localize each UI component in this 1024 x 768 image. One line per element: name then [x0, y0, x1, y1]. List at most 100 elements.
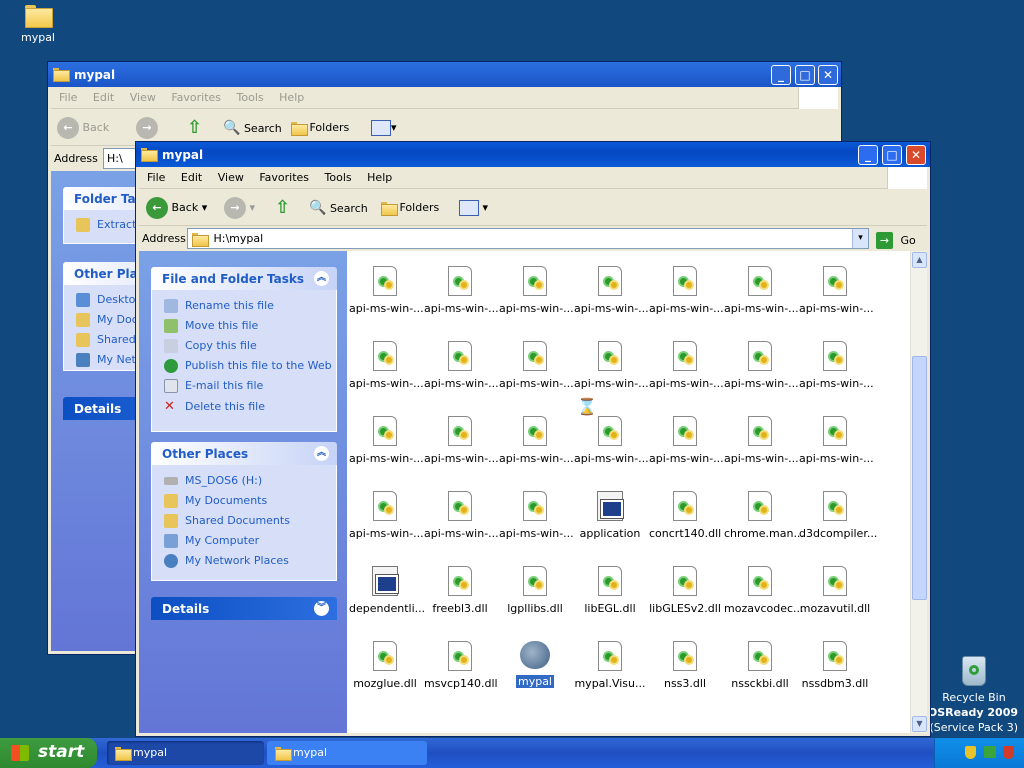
up-button[interactable]: ⇧ — [187, 117, 202, 141]
place-my-documents[interactable]: My Documents — [164, 494, 267, 508]
menu-tools[interactable]: Tools — [234, 91, 267, 104]
file-item[interactable]: api-ms-win-... — [499, 266, 574, 315]
scroll-up-arrow[interactable]: ▲ — [912, 252, 927, 268]
safely-remove-icon[interactable] — [984, 746, 996, 758]
place-drive-h[interactable]: MS_DOS6 (H:) — [164, 474, 262, 487]
folders-button[interactable]: Folders — [291, 117, 349, 141]
address-dropdown-button[interactable]: ▾ — [852, 229, 868, 248]
file-item[interactable]: api-ms-win-... — [424, 416, 499, 465]
place-shared-documents[interactable]: Shared Documents — [164, 514, 290, 528]
task-move[interactable]: Move this file — [164, 319, 258, 333]
file-item[interactable]: api-ms-win-... — [499, 341, 574, 390]
file-item[interactable]: chrome.man... — [724, 491, 804, 540]
file-item[interactable]: api-ms-win-... — [349, 416, 424, 465]
forward-button[interactable]: → ▾ — [224, 197, 255, 221]
file-item[interactable]: api-ms-win-... — [574, 341, 649, 390]
file-item[interactable]: api-ms-win-... — [349, 266, 424, 315]
menu-favorites[interactable]: Favorites — [256, 171, 312, 184]
file-item[interactable]: msvcp140.dll — [424, 641, 498, 690]
titlebar[interactable]: mypal _ □ ✕ — [136, 142, 930, 167]
forward-button[interactable]: → — [136, 117, 158, 141]
other-places-header[interactable]: Other Places ︽ — [151, 442, 337, 465]
menu-view[interactable]: View — [215, 171, 247, 184]
file-item[interactable]: mypal — [499, 641, 571, 688]
menu-tools[interactable]: Tools — [322, 171, 355, 184]
back-button[interactable]: ← Back — [57, 117, 109, 141]
place-desktop[interactable]: Desktop — [76, 293, 142, 307]
file-folder-tasks-header[interactable]: File and Folder Tasks ︽ — [151, 267, 337, 290]
file-item[interactable]: mypal.Visu... — [574, 641, 646, 690]
file-item[interactable]: mozavutil.dll — [799, 566, 871, 615]
task-rename[interactable]: Rename this file — [164, 299, 274, 313]
task-email[interactable]: E-mail this file — [164, 379, 263, 393]
place-shared-documents[interactable]: Shared — [76, 333, 136, 347]
task-delete[interactable]: ✕ Delete this file — [164, 399, 265, 414]
place-my-network-places[interactable]: My Network Places — [164, 554, 289, 568]
file-item[interactable]: api-ms-win-... — [424, 491, 499, 540]
titlebar[interactable]: mypal _ □ ✕ — [48, 62, 841, 87]
desktop-icon-recycle-bin[interactable]: Recycle Bin — [939, 656, 1009, 704]
file-item[interactable]: api-ms-win-... — [499, 416, 574, 465]
details-header[interactable]: Details ︾ — [151, 597, 337, 620]
place-my-documents[interactable]: My Doc — [76, 313, 138, 327]
security-shield-icon[interactable] — [965, 746, 976, 759]
file-item[interactable]: nss3.dll — [649, 641, 721, 690]
menu-view[interactable]: View — [127, 91, 159, 104]
file-item[interactable]: api-ms-win-... — [574, 416, 649, 465]
close-button[interactable]: ✕ — [818, 65, 838, 85]
taskbar-button-mypal-1[interactable]: mypal — [107, 741, 264, 765]
maximize-button[interactable]: □ — [882, 145, 902, 165]
collapse-chevron-icon[interactable]: ︽ — [314, 271, 329, 286]
file-item[interactable]: api-ms-win-... — [499, 491, 574, 540]
menu-edit[interactable]: Edit — [178, 171, 205, 184]
place-my-computer[interactable]: My Computer — [164, 534, 259, 548]
file-item[interactable]: api-ms-win-... — [424, 266, 499, 315]
file-item[interactable]: api-ms-win-... — [349, 341, 424, 390]
place-my-network[interactable]: My Net — [76, 353, 136, 367]
file-item[interactable]: api-ms-win-... — [349, 491, 424, 540]
file-item[interactable]: d3dcompiler... — [799, 491, 877, 540]
back-button[interactable]: ← Back ▾ — [146, 197, 207, 221]
file-item[interactable]: nssdbm3.dll — [799, 641, 871, 690]
file-item[interactable]: concrt140.dll — [649, 491, 721, 540]
search-button[interactable]: 🔍 Search — [223, 117, 282, 141]
scroll-down-arrow[interactable]: ▼ — [912, 716, 927, 732]
file-item[interactable]: libGLESv2.dll — [649, 566, 721, 615]
file-item[interactable]: lgpllibs.dll — [499, 566, 571, 615]
file-item[interactable]: api-ms-win-... — [724, 341, 799, 390]
collapse-chevron-icon[interactable]: ︽ — [314, 446, 329, 461]
file-item[interactable]: api-ms-win-... — [649, 266, 724, 315]
file-item[interactable]: dependentli... — [349, 566, 425, 615]
file-item[interactable]: api-ms-win-... — [724, 416, 799, 465]
task-copy[interactable]: Copy this file — [164, 339, 257, 353]
file-item[interactable]: api-ms-win-... — [649, 341, 724, 390]
search-button[interactable]: 🔍 Search — [309, 197, 368, 221]
up-button[interactable]: ⇧ — [275, 197, 290, 221]
maximize-button[interactable]: □ — [795, 65, 815, 85]
task-publish[interactable]: Publish this file to the Web — [164, 359, 332, 373]
menu-help[interactable]: Help — [364, 171, 395, 184]
menu-file[interactable]: File — [56, 91, 80, 104]
taskbar-button-mypal-2[interactable]: mypal — [267, 741, 427, 765]
file-item[interactable]: application — [574, 491, 646, 540]
menu-favorites[interactable]: Favorites — [168, 91, 224, 104]
vertical-scrollbar[interactable]: ▲ ▼ — [910, 251, 927, 733]
menu-file[interactable]: File — [144, 171, 168, 184]
file-item[interactable]: api-ms-win-... — [799, 266, 874, 315]
address-input[interactable]: H:\mypal ▾ — [187, 228, 869, 249]
security-alert-icon[interactable] — [1003, 746, 1014, 759]
menu-help[interactable]: Help — [276, 91, 307, 104]
file-item[interactable]: api-ms-win-... — [799, 341, 874, 390]
close-button[interactable]: ✕ — [906, 145, 926, 165]
file-item[interactable]: api-ms-win-... — [724, 266, 799, 315]
file-item[interactable]: mozavcodec... — [724, 566, 804, 615]
views-button[interactable]: ▾ — [459, 197, 488, 221]
go-button[interactable]: → Go — [876, 229, 916, 249]
start-button[interactable]: start — [0, 738, 97, 768]
folders-button[interactable]: Folders — [381, 197, 439, 221]
expand-chevron-icon[interactable]: ︾ — [314, 601, 329, 616]
desktop-icon-mypal[interactable]: mypal — [3, 5, 73, 44]
file-item[interactable]: nssckbi.dll — [724, 641, 796, 690]
file-item[interactable]: mozglue.dll — [349, 641, 421, 690]
scroll-thumb[interactable] — [912, 356, 927, 600]
